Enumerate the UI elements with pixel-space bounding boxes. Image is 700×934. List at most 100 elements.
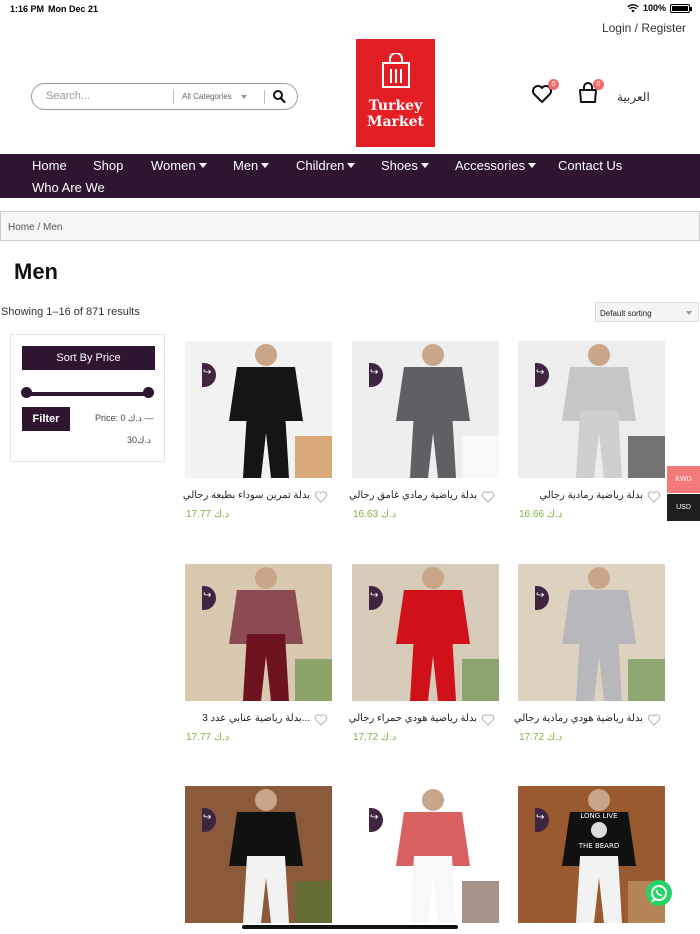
nav-item-children[interactable]: Children <box>296 158 356 173</box>
photo-backdrop-detail <box>462 659 499 701</box>
photo-backdrop-detail <box>462 436 499 478</box>
nav-item-who-are-we[interactable]: Who Are We <box>32 180 105 195</box>
photo-backdrop-detail <box>295 436 332 478</box>
nav-item-men[interactable]: Men <box>233 158 270 173</box>
logo-text-line2: Market <box>366 114 425 130</box>
product-image[interactable] <box>352 341 499 478</box>
search-bar: All Categories <box>31 83 298 110</box>
battery-percent: 100% <box>642 3 666 13</box>
caret-down-icon <box>420 163 429 168</box>
chevron-down-icon <box>241 95 247 99</box>
nav-item-label[interactable]: Children <box>296 158 344 173</box>
home-indicator <box>242 925 458 929</box>
main-nav: Home Shop Women Men Children Shoes Acces… <box>0 154 700 198</box>
nav-item-label[interactable]: Accessories <box>455 158 525 173</box>
nav-item-label[interactable]: Shop <box>93 158 123 173</box>
price-slider-max-handle[interactable] <box>143 387 154 398</box>
wishlist-heart-icon[interactable] <box>481 713 495 727</box>
photo-backdrop-detail <box>628 436 665 478</box>
price-slider-min-handle[interactable] <box>21 387 32 398</box>
product-name[interactable]: بدلة رياضية هودي رمادية رجالي <box>513 713 643 724</box>
model-head <box>588 789 610 811</box>
product-price: 17.77 د.ك <box>186 509 230 520</box>
product-name[interactable]: بدلة رياضية رمادي غامق رجالي <box>347 490 477 501</box>
product-price: 16.63 د.ك <box>353 509 397 520</box>
page-title: Men <box>14 259 58 284</box>
wishlist-heart-icon[interactable] <box>647 490 661 504</box>
wishlist-heart-icon[interactable] <box>314 713 328 727</box>
product-name[interactable]: بدلة تمرين سوداء بطبعة رجالي <box>180 490 310 501</box>
product-name[interactable]: بدلة رياضية عنابي عدد 3... <box>180 713 310 724</box>
wishlist-count-badge: 0 <box>548 79 559 90</box>
currency-kwd-button[interactable]: KWD <box>667 466 700 493</box>
currency-usd-button[interactable]: USD <box>667 494 700 521</box>
status-date: Mon Dec 21 <box>48 4 99 14</box>
product-image[interactable] <box>185 564 332 701</box>
nav-item-label[interactable]: Home <box>32 158 67 173</box>
wifi-icon <box>627 3 639 12</box>
model-head <box>422 789 444 811</box>
sorting-selected: Default sorting <box>600 309 652 318</box>
login-register-label[interactable]: Login / Register <box>602 21 686 35</box>
nav-item-home[interactable]: Home <box>32 158 67 173</box>
product-price: 17.72 د.ك <box>353 732 397 743</box>
product-image[interactable] <box>185 341 332 478</box>
model-head <box>588 344 610 366</box>
chevron-down-icon <box>686 311 692 315</box>
nav-item-label[interactable]: Men <box>233 158 258 173</box>
model-head <box>422 344 444 366</box>
photo-backdrop-detail <box>628 659 665 701</box>
login-register-link[interactable]: Login / Register <box>602 21 686 35</box>
cart-count-badge: 0 <box>593 79 604 90</box>
photo-backdrop-detail <box>295 881 332 923</box>
wishlist-heart-icon[interactable] <box>481 490 495 504</box>
price-range-text: Price: 0 د.ك — <box>95 413 154 423</box>
model-head <box>255 789 277 811</box>
model-head <box>255 344 277 366</box>
caret-down-icon <box>198 163 207 168</box>
filter-button[interactable]: Filter <box>22 407 70 431</box>
logo-text-line1: Turkey <box>368 98 423 114</box>
search-icon[interactable] <box>272 89 286 104</box>
product-name[interactable]: بدلة رياضية هودي حمراء رجالي <box>347 713 477 724</box>
caret-down-icon <box>347 163 356 168</box>
price-range-max: 30د.ك <box>127 435 151 445</box>
breadcrumb-separator: / <box>37 222 41 233</box>
product-image[interactable]: LONG LIVE THE BEARD <box>518 786 665 923</box>
price-slider-track[interactable] <box>25 392 151 396</box>
product-image[interactable] <box>518 341 665 478</box>
results-count: Showing 1–16 of 871 results <box>1 306 140 318</box>
sort-by-price-title: Sort By Price <box>22 346 155 370</box>
shirt-print-text: LONG LIVE <box>580 812 617 820</box>
category-select[interactable]: All Categories <box>182 92 232 101</box>
product-image[interactable] <box>352 786 499 923</box>
nav-item-contact-us[interactable]: Contact Us <box>558 158 622 173</box>
nav-item-shop[interactable]: Shop <box>93 158 123 173</box>
model-head <box>255 567 277 589</box>
product-price: 17.72 د.ك <box>519 732 563 743</box>
sorting-select[interactable]: Default sorting <box>595 302 699 322</box>
price-filter-widget: Sort By Price Filter Price: 0 د.ك — 30د.… <box>10 334 165 462</box>
nav-item-label[interactable]: Shoes <box>381 158 418 173</box>
product-image[interactable] <box>518 564 665 701</box>
site-logo[interactable]: Turkey Market <box>356 39 435 147</box>
language-switch[interactable]: العربية <box>617 90 650 104</box>
nav-item-women[interactable]: Women <box>151 158 207 173</box>
nav-item-label[interactable]: Women <box>151 158 196 173</box>
search-input[interactable] <box>46 90 171 102</box>
product-image[interactable] <box>352 564 499 701</box>
breadcrumb: Home / Men <box>0 211 700 241</box>
product-image[interactable] <box>185 786 332 923</box>
wishlist-heart-icon[interactable] <box>314 490 328 504</box>
wishlist-heart-icon[interactable] <box>647 713 661 727</box>
status-time: 1:16 PM <box>10 4 45 14</box>
nav-item-accessories[interactable]: Accessories <box>455 158 537 173</box>
nav-item-shoes[interactable]: Shoes <box>381 158 429 173</box>
nav-item-label[interactable]: Who Are We <box>32 180 105 195</box>
shirt-print-text: THE BEARD <box>578 842 619 850</box>
whatsapp-icon[interactable] <box>646 880 672 906</box>
breadcrumb-home[interactable]: Home <box>8 222 35 233</box>
product-name[interactable]: بدلة رياضية رمادية رجالي <box>513 490 643 501</box>
nav-item-label[interactable]: Contact Us <box>558 158 622 173</box>
whatsapp-glyph <box>650 885 667 903</box>
